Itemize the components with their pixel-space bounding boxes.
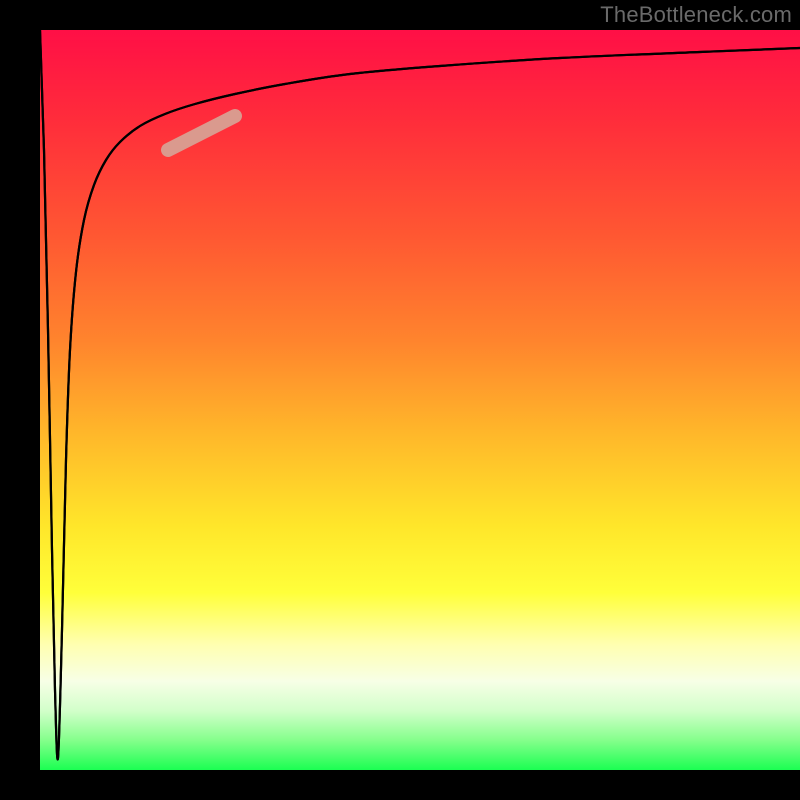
plot-area [40,30,800,770]
watermark-text: TheBottleneck.com [600,2,792,28]
bottleneck-curve [40,30,800,759]
bottleneck-curve-overlay [40,30,800,759]
chart-stage: TheBottleneck.com [0,0,800,800]
curve-svg [40,30,800,770]
highlight-segment [168,116,235,150]
